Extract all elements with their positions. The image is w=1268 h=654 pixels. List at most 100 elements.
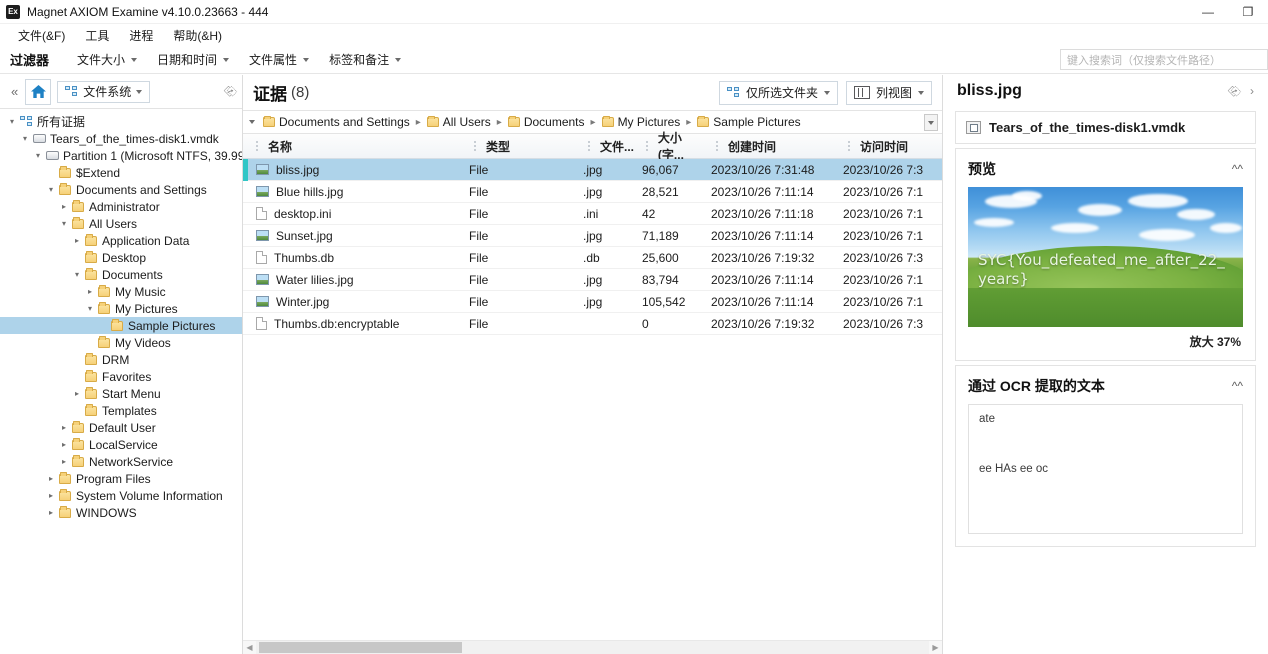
- filter-date-time[interactable]: 日期和时间: [147, 49, 239, 70]
- tree-item-sample-pictures[interactable]: Sample Pictures: [0, 317, 242, 334]
- tree-item-documents[interactable]: ▾ Documents: [0, 266, 242, 283]
- column-size[interactable]: 大小(字...: [634, 131, 703, 162]
- evidence-tree[interactable]: ▾ 所有证据 ▾ Tears_of_the_times-disk1.vmdk ▾ Part…: [0, 109, 242, 654]
- tree-item-[interactable]: ▾ 所有证据: [0, 113, 242, 130]
- menu-process[interactable]: 进程: [119, 25, 163, 46]
- menu-file[interactable]: 文件(&F): [8, 25, 75, 46]
- tree-item-application-data[interactable]: ▸ Application Data: [0, 232, 242, 249]
- chevron-right-icon[interactable]: ▸: [71, 389, 83, 398]
- table-row[interactable]: Winter.jpg File .jpg 105,542 2023/10/26 7:11…: [243, 291, 942, 313]
- table-row[interactable]: Thumbs.db File .db 25,600 2023/10/26 7:19:32…: [243, 247, 942, 269]
- scrollbar-track[interactable]: [256, 640, 929, 654]
- ocr-text-box[interactable]: ate ee HAs ee oc: [968, 404, 1243, 534]
- chevron-down-icon[interactable]: ▾: [45, 185, 57, 194]
- column-file-ext[interactable]: 文件...: [575, 134, 634, 158]
- tree-item-desktop[interactable]: Desktop: [0, 249, 242, 266]
- filter-file-attributes[interactable]: 文件属性: [239, 49, 319, 70]
- column-name[interactable]: 名称: [243, 134, 461, 158]
- file-table[interactable]: bliss.jpg File .jpg 96,067 2023/10/26 7:31:4…: [243, 159, 942, 640]
- evidence-source-row[interactable]: Tears_of_the_times-disk1.vmdk: [956, 112, 1255, 143]
- tree-item-my-music[interactable]: ▸ My Music: [0, 283, 242, 300]
- tree-item-windows[interactable]: ▸ WINDOWS: [0, 504, 242, 521]
- chevron-down-icon[interactable]: ▾: [19, 134, 31, 143]
- chevron-right-icon[interactable]: ▸: [71, 236, 83, 245]
- scroll-left-icon[interactable]: ◀: [243, 643, 256, 652]
- chevron-right-icon[interactable]: ▸: [84, 287, 96, 296]
- tree-item-partition-1-microsoft-ntfs-39-99-gb[interactable]: ▾ Partition 1 (Microsoft NTFS, 39.99 GB): [0, 147, 242, 164]
- breadcrumb-item[interactable]: Documents and Settings: [261, 114, 412, 130]
- chevron-right-icon[interactable]: ▸: [45, 491, 57, 500]
- chevron-right-icon[interactable]: ▸: [58, 423, 70, 432]
- column-grip-icon[interactable]: [711, 141, 722, 151]
- chevron-down-icon[interactable]: ▾: [58, 219, 70, 228]
- tree-item-drm[interactable]: DRM: [0, 351, 242, 368]
- table-row[interactable]: Blue hills.jpg File .jpg 28,521 2023/10/26 7…: [243, 181, 942, 203]
- pin-icon[interactable]: ⎘: [222, 83, 239, 100]
- breadcrumb-item[interactable]: Documents: [506, 114, 587, 130]
- minimize-icon[interactable]: —: [1188, 0, 1228, 24]
- tree-item-system-volume-information[interactable]: ▸ System Volume Information: [0, 487, 242, 504]
- scroll-right-icon[interactable]: ▶: [929, 643, 942, 652]
- tree-item-my-videos[interactable]: My Videos: [0, 334, 242, 351]
- breadcrumb[interactable]: Documents and Settings ▸ All Users ▸ Documen…: [243, 110, 942, 134]
- chevron-down-icon[interactable]: ▾: [84, 304, 96, 313]
- chevron-down-icon[interactable]: ▾: [71, 270, 83, 279]
- column-grip-icon[interactable]: [251, 141, 262, 151]
- pin-icon[interactable]: ⎘: [1226, 82, 1243, 99]
- chevron-right-icon[interactable]: ▸: [45, 474, 57, 483]
- scrollbar-thumb[interactable]: [259, 641, 462, 653]
- evidence-source-card[interactable]: Tears_of_the_times-disk1.vmdk: [955, 111, 1256, 144]
- tree-item-tears-of-the-times-disk1-vmdk[interactable]: ▾ Tears_of_the_times-disk1.vmdk: [0, 130, 242, 147]
- collapse-ocr-icon[interactable]: ^^: [1232, 379, 1243, 393]
- tree-item-templates[interactable]: Templates: [0, 402, 242, 419]
- chevron-down-icon[interactable]: ▾: [6, 117, 18, 126]
- column-grip-icon[interactable]: [469, 141, 480, 151]
- breadcrumb-dropdown-icon[interactable]: [249, 120, 255, 124]
- column-grip-icon[interactable]: [642, 141, 652, 151]
- table-row[interactable]: Water lilies.jpg File .jpg 83,794 2023/10/26…: [243, 269, 942, 291]
- column-grip-icon[interactable]: [583, 141, 594, 151]
- tree-item-all-users[interactable]: ▾ All Users: [0, 215, 242, 232]
- tree-item-default-user[interactable]: ▸ Default User: [0, 419, 242, 436]
- column-type[interactable]: 类型: [461, 134, 575, 158]
- filter-file-size[interactable]: 文件大小: [67, 49, 147, 70]
- tree-item-extend[interactable]: $Extend: [0, 164, 242, 181]
- menu-help[interactable]: 帮助(&H): [163, 25, 232, 46]
- filter-tags-comments[interactable]: 标签和备注: [319, 49, 411, 70]
- chevron-down-icon[interactable]: ▾: [32, 151, 44, 160]
- chevron-right-icon[interactable]: ▸: [58, 440, 70, 449]
- tree-item-program-files[interactable]: ▸ Program Files: [0, 470, 242, 487]
- breadcrumb-item[interactable]: My Pictures: [600, 114, 683, 130]
- filesystem-button[interactable]: 文件系统: [57, 80, 151, 103]
- breadcrumb-overflow-button[interactable]: [924, 114, 938, 131]
- column-accessed[interactable]: 访问时间: [835, 134, 975, 158]
- table-row[interactable]: Thumbs.db:encryptable File 0 2023/10/26 7:1…: [243, 313, 942, 335]
- column-view-button[interactable]: 列视图: [845, 80, 932, 105]
- horizontal-scrollbar[interactable]: ◀ ▶: [243, 640, 942, 654]
- table-row[interactable]: bliss.jpg File .jpg 96,067 2023/10/26 7:31:4…: [243, 159, 942, 181]
- table-row[interactable]: Sunset.jpg File .jpg 71,189 2023/10/26 7:11:…: [243, 225, 942, 247]
- breadcrumb-item[interactable]: All Users: [425, 114, 493, 130]
- image-preview[interactable]: SYC{You_defeated_me_after_22_years}: [968, 187, 1243, 327]
- tree-item-networkservice[interactable]: ▸ NetworkService: [0, 453, 242, 470]
- home-button[interactable]: [25, 78, 52, 105]
- selected-folder-only-button[interactable]: 仅所选文件夹: [718, 80, 838, 105]
- tree-item-my-pictures[interactable]: ▾ My Pictures: [0, 300, 242, 317]
- chevron-right-icon[interactable]: ›: [1250, 84, 1254, 98]
- column-created[interactable]: 创建时间: [703, 134, 835, 158]
- column-grip-icon[interactable]: [843, 141, 854, 151]
- table-row[interactable]: desktop.ini File .ini 42 2023/10/26 7:11:18 2…: [243, 203, 942, 225]
- tree-item-administrator[interactable]: ▸ Administrator: [0, 198, 242, 215]
- tree-item-localservice[interactable]: ▸ LocalService: [0, 436, 242, 453]
- chevron-right-icon[interactable]: ▸: [58, 457, 70, 466]
- tree-item-start-menu[interactable]: ▸ Start Menu: [0, 385, 242, 402]
- collapse-sidebar-icon[interactable]: «: [6, 84, 23, 99]
- collapse-preview-icon[interactable]: ^^: [1232, 162, 1243, 176]
- tree-item-documents-and-settings[interactable]: ▾ Documents and Settings: [0, 181, 242, 198]
- chevron-right-icon[interactable]: ▸: [58, 202, 70, 211]
- menu-tools[interactable]: 工具: [75, 25, 119, 46]
- restore-icon[interactable]: ❐: [1228, 0, 1268, 24]
- breadcrumb-item[interactable]: Sample Pictures: [695, 114, 802, 130]
- tree-item-favorites[interactable]: Favorites: [0, 368, 242, 385]
- search-input[interactable]: 键入搜索词（仅搜索文件路径）: [1060, 49, 1268, 70]
